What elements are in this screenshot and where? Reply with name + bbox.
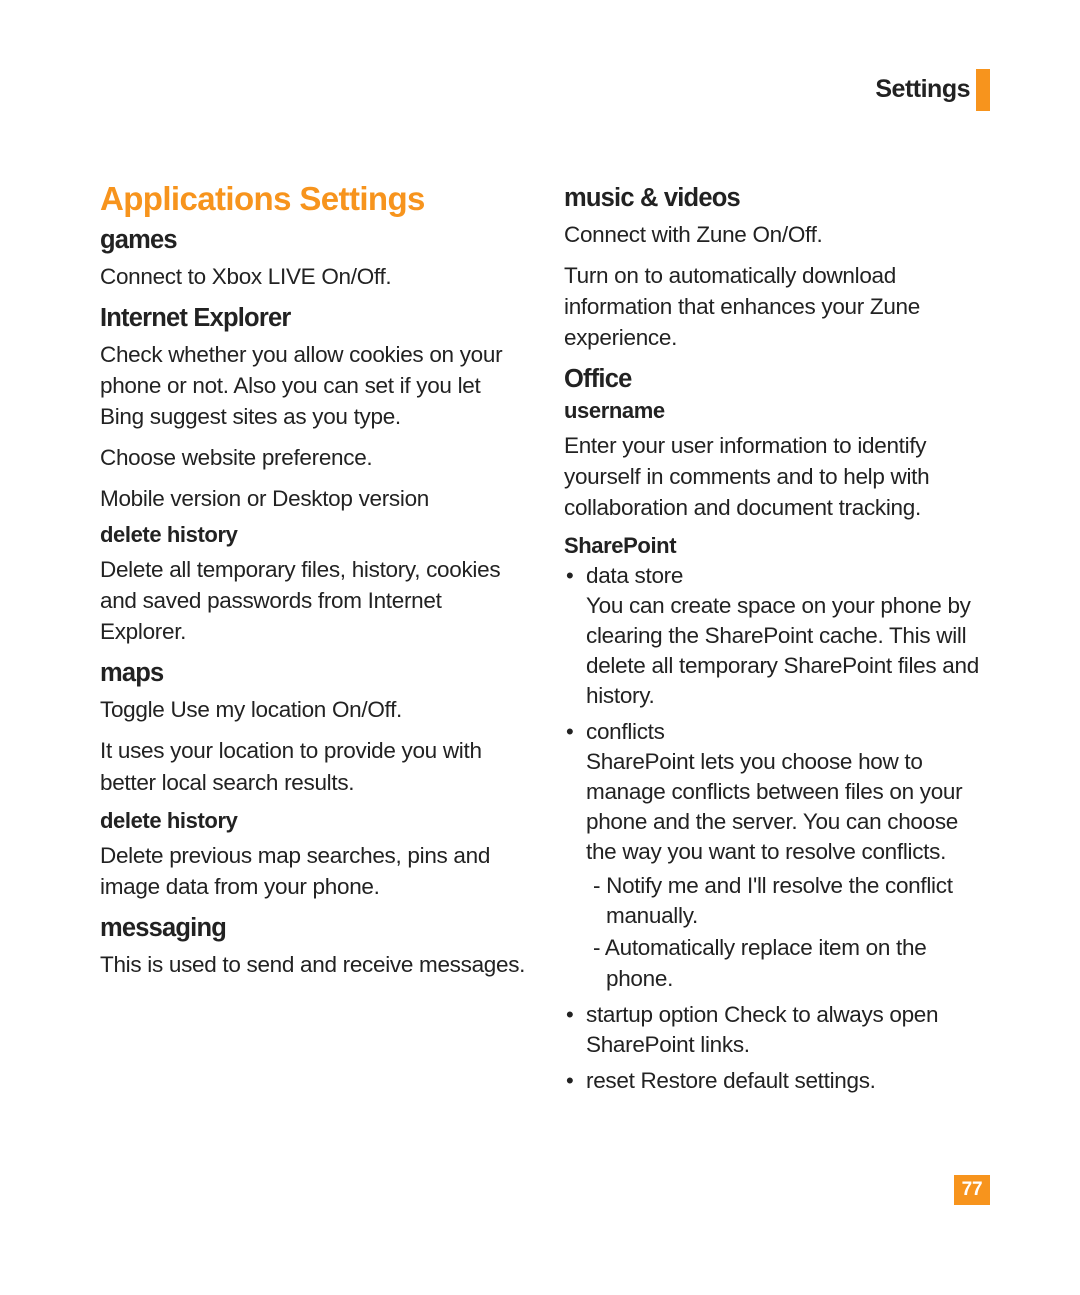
heading-office-username: username <box>564 398 990 424</box>
bullet-conflicts: conflicts SharePoint lets you choose how… <box>564 717 990 994</box>
heading-music-videos: music & videos <box>564 184 990 213</box>
page: Settings Applications Settings games Con… <box>0 0 1080 1295</box>
text-ie-p1: Check whether you allow cookies on your … <box>100 339 526 432</box>
heading-internet-explorer: Internet Explorer <box>100 304 526 333</box>
page-number-badge: 77 <box>954 1175 990 1205</box>
text-ie-p3: Mobile version or Desktop version <box>100 483 526 514</box>
text-maps-p1: Toggle Use my location On/Off. <box>100 694 526 725</box>
header-section-title: Settings <box>875 75 970 104</box>
right-column: music & videos Connect with Zune On/Off.… <box>564 180 990 1104</box>
bullet-data-store-body: You can create space on your phone by cl… <box>586 593 979 708</box>
text-music-p2: Turn on to automatically download inform… <box>564 260 990 353</box>
dash-notify-manually: - Notify me and I'll resolve the conflic… <box>592 871 990 932</box>
text-games-body: Connect to Xbox LIVE On/Off. <box>100 261 526 292</box>
page-header: Settings <box>100 75 990 110</box>
conflicts-dash-list: - Notify me and I'll resolve the conflic… <box>592 871 990 995</box>
bullet-conflicts-lead: conflicts <box>586 717 990 747</box>
text-ie-delete-history-body: Delete all temporary files, history, coo… <box>100 554 526 647</box>
bullet-reset: reset Restore default settings. <box>564 1066 990 1096</box>
heading-maps-delete-history: delete history <box>100 808 526 834</box>
heading-games: games <box>100 226 526 255</box>
text-music-p1: Connect with Zune On/Off. <box>564 219 990 250</box>
bullet-startup-option: startup option Check to always open Shar… <box>564 1000 990 1060</box>
heading-office-sharepoint: SharePoint <box>564 533 990 559</box>
bullet-data-store-lead: data store <box>586 561 990 591</box>
heading-office: Office <box>564 365 990 394</box>
text-maps-p2: It uses your location to provide you wit… <box>100 735 526 797</box>
text-maps-delete-history-body: Delete previous map searches, pins and i… <box>100 840 526 902</box>
sharepoint-bullet-list: data store You can create space on your … <box>564 561 990 1095</box>
content-columns: Applications Settings games Connect to X… <box>100 180 990 1104</box>
left-column: Applications Settings games Connect to X… <box>100 180 526 1104</box>
heading-maps: maps <box>100 659 526 688</box>
text-messaging-body: This is used to send and receive message… <box>100 949 526 980</box>
heading-ie-delete-history: delete history <box>100 522 526 548</box>
heading-messaging: messaging <box>100 914 526 943</box>
header-accent-bar <box>976 69 990 111</box>
bullet-conflicts-body: SharePoint lets you choose how to manage… <box>586 749 962 864</box>
text-office-username-body: Enter your user information to identify … <box>564 430 990 523</box>
bullet-data-store: data store You can create space on your … <box>564 561 990 711</box>
dash-auto-replace: - Automatically replace item on the phon… <box>592 933 990 994</box>
text-ie-p2: Choose website preference. <box>100 442 526 473</box>
page-title: Applications Settings <box>100 180 526 218</box>
